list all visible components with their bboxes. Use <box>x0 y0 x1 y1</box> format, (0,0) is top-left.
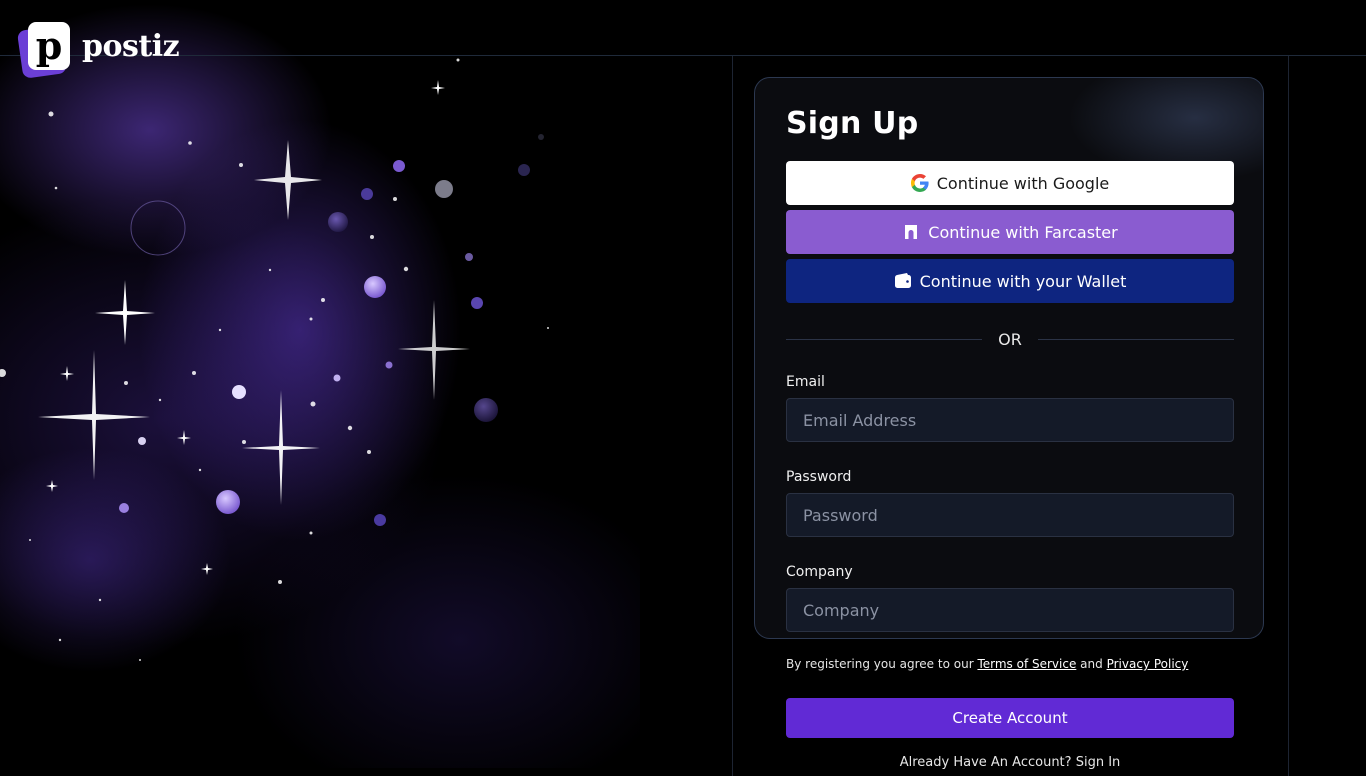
continue-with-wallet-button[interactable]: Continue with your Wallet <box>786 259 1234 303</box>
email-field[interactable] <box>786 398 1234 442</box>
logo-mark-icon: p <box>16 20 70 79</box>
farcaster-button-label: Continue with Farcaster <box>928 222 1118 242</box>
password-field[interactable] <box>786 493 1234 537</box>
terms-notice: By registering you agree to our Terms of… <box>786 657 1188 671</box>
terms-of-service-link[interactable]: Terms of Service <box>977 657 1076 671</box>
logo-wordmark: postiz <box>82 28 180 64</box>
terms-prefix: By registering you agree to our <box>786 657 974 671</box>
password-label: Password <box>786 469 852 485</box>
wallet-button-label: Continue with your Wallet <box>919 271 1127 291</box>
page-title: Sign Up <box>786 106 919 141</box>
galaxy-stars <box>0 58 549 661</box>
create-account-button[interactable]: Create Account <box>786 698 1234 738</box>
company-label: Company <box>786 564 853 580</box>
wallet-icon <box>894 273 911 288</box>
postiz-logo[interactable]: p postiz <box>16 20 180 79</box>
google-button-label: Continue with Google <box>936 173 1110 193</box>
continue-with-farcaster-button[interactable]: Continue with Farcaster <box>786 210 1234 254</box>
terms-and: and <box>1080 657 1103 671</box>
galaxy-background <box>0 0 640 768</box>
logo-letter: p <box>28 22 70 70</box>
or-divider: OR <box>786 328 1234 350</box>
or-text: OR <box>998 329 1022 349</box>
privacy-policy-link[interactable]: Privacy Policy <box>1107 657 1189 671</box>
continue-with-google-button[interactable]: Continue with Google <box>786 161 1234 205</box>
google-icon <box>910 174 929 192</box>
company-field[interactable] <box>786 588 1234 632</box>
email-label: Email <box>786 374 825 390</box>
farcaster-icon <box>905 225 918 239</box>
